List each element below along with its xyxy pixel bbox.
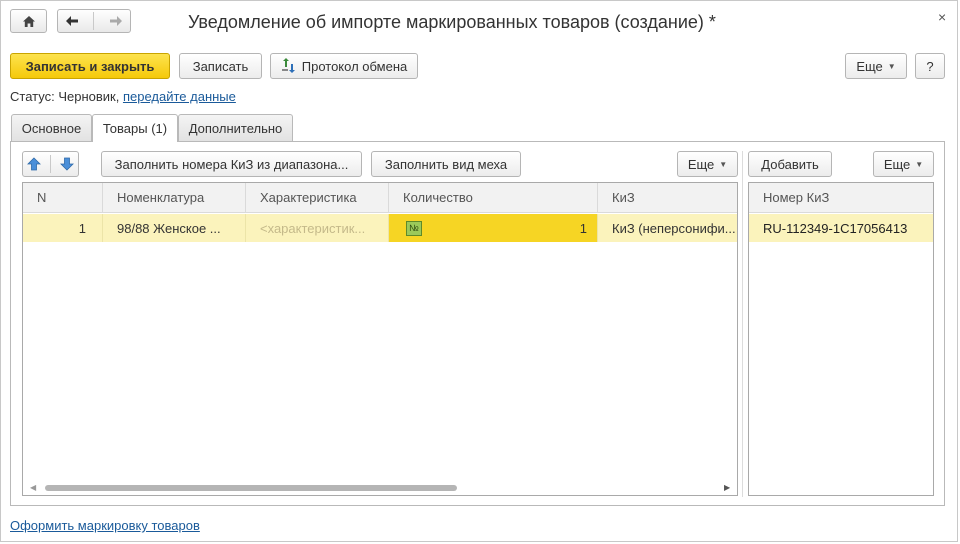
caret-down-icon: ▼ [887,61,896,71]
save-and-close-button[interactable]: Записать и закрыть [10,53,170,79]
move-up-button[interactable] [27,157,42,171]
kiz-more-label: Еще [883,156,911,172]
column-header-nomenclature[interactable]: Номенклатура [103,183,246,213]
arrow-up-icon [27,157,42,171]
scroll-left-icon[interactable]: ◀ [30,483,36,492]
tab-goods[interactable]: Товары (1) [92,114,178,142]
splitter[interactable] [742,151,743,497]
column-header-characteristic[interactable]: Характеристика [246,183,389,213]
more-menu-button[interactable]: Еще ▼ [845,53,907,79]
column-header-kiz-number[interactable]: Номер КиЗ [749,183,933,213]
arrow-left-icon [66,16,79,26]
help-button[interactable]: ? [915,53,945,79]
column-header-n[interactable]: N [23,183,103,213]
fill-kiz-range-button[interactable]: Заполнить номера КиЗ из диапазона... [101,151,362,177]
add-button[interactable]: Добавить [748,151,832,177]
save-button[interactable]: Записать [179,53,262,79]
forward-button[interactable] [109,15,123,27]
goods-table[interactable]: N Номенклатура Характеристика Количество… [22,182,738,496]
status-line: Статус: Черновик, передайте данные [10,89,236,104]
quantity-value: 1 [579,220,587,236]
caret-down-icon: ▼ [915,159,924,169]
caret-down-icon: ▼ [719,159,728,169]
move-down-button[interactable] [59,157,74,171]
cell-n: 1 [23,214,103,242]
cell-characteristic[interactable]: <характеристик... [246,214,389,242]
home-button[interactable] [10,9,47,33]
goods-more-button[interactable]: Еще ▼ [677,151,738,177]
history-nav [57,9,131,33]
tab-additional[interactable]: Дополнительно [178,114,293,141]
arrow-down-icon [59,157,74,171]
cell-nomenclature[interactable]: 98/88 Женское ... [103,214,246,242]
kiz-list-item[interactable]: RU-112349-1C17056413 [749,214,933,242]
cell-quantity[interactable]: № 1 [389,214,598,242]
fill-fur-type-button[interactable]: Заполнить вид меха [371,151,521,177]
column-header-quantity[interactable]: Количество [389,183,598,213]
horizontal-scrollbar[interactable]: ◀ ▶ [23,481,737,495]
goods-more-label: Еще [687,156,715,172]
quantity-number-icon: № [406,220,422,236]
more-label: Еще [856,58,883,74]
scrollbar-thumb[interactable] [45,485,457,491]
back-button[interactable] [65,15,79,27]
marking-link[interactable]: Оформить маркировку товаров [10,518,200,533]
column-header-kiz[interactable]: КиЗ [598,183,737,213]
tab-main[interactable]: Основное [11,114,92,141]
home-icon [22,15,35,27]
arrow-right-icon [109,16,122,26]
scroll-right-icon[interactable]: ▶ [724,483,730,492]
kiz-table[interactable]: Номер КиЗ RU-112349-1C17056413 [748,182,934,496]
cell-kiz[interactable]: КиЗ (неперсонифи... [598,214,737,242]
send-data-link[interactable]: передайте данные [123,89,236,104]
window-title: Уведомление об импорте маркированных тов… [188,12,716,32]
close-icon[interactable]: × [938,9,946,25]
move-buttons [22,151,79,177]
exchange-protocol-label: Протокол обмена [301,58,408,74]
exchange-icon [281,58,295,73]
status-text: Статус: Черновик, [10,89,120,104]
exchange-protocol-button[interactable]: Протокол обмена [270,53,418,79]
kiz-more-button[interactable]: Еще ▼ [873,151,934,177]
